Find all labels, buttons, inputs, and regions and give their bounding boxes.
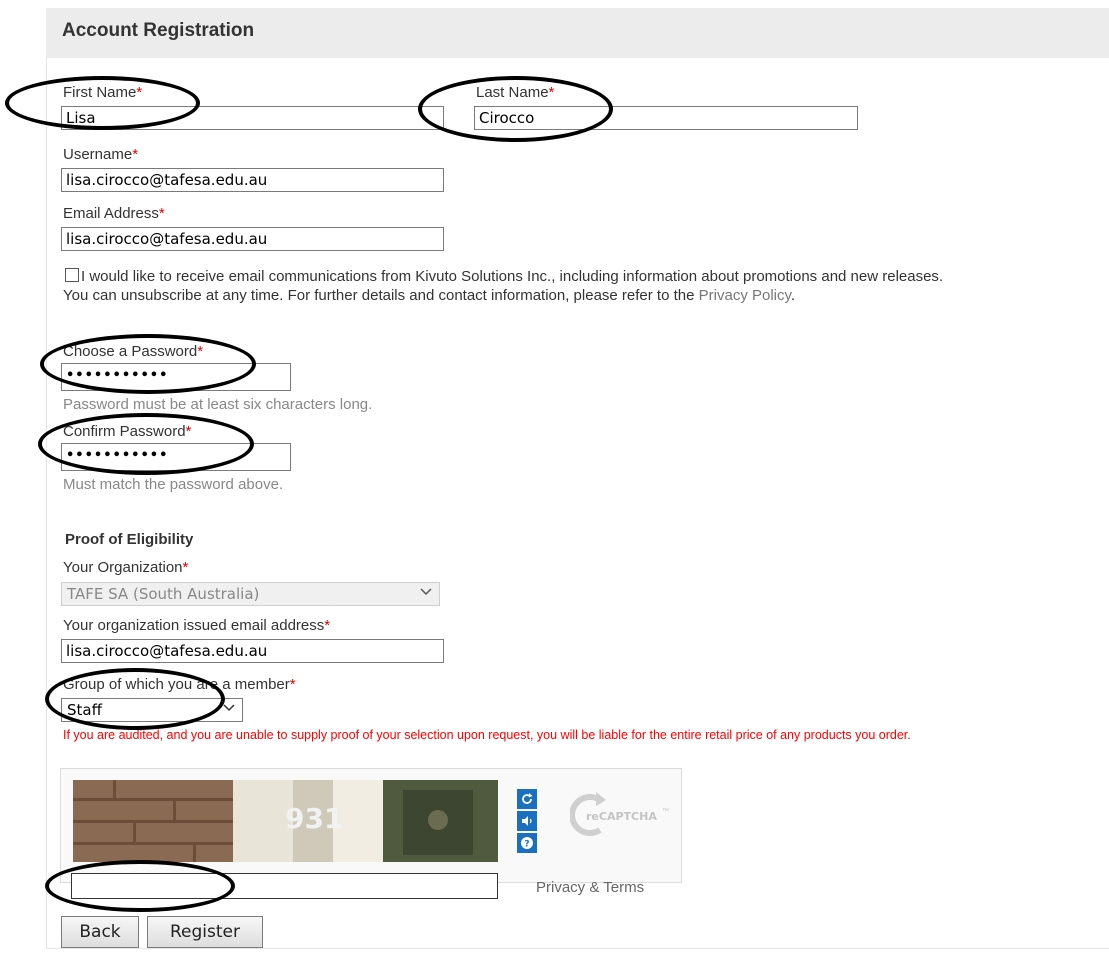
back-button[interactable]: Back <box>61 916 139 948</box>
help-icon[interactable]: ? <box>517 833 537 853</box>
email-label: Email Address* <box>63 205 165 222</box>
chevron-down-icon <box>222 701 236 719</box>
chevron-down-icon <box>419 585 433 603</box>
org-email-label: Your organization issued email address* <box>63 617 331 634</box>
register-button[interactable]: Register <box>147 916 263 948</box>
password-hint: Password must be at least six characters… <box>63 396 373 413</box>
audit-warning: If you are audited, and you are unable t… <box>63 728 911 742</box>
captcha-text: 931 <box>285 802 344 835</box>
organization-value: TAFE SA (South Australia) <box>67 585 260 603</box>
org-email-input[interactable]: lisa.cirocco@tafesa.edu.au <box>61 639 444 663</box>
newsletter-text: I would like to receive email communicat… <box>63 268 944 304</box>
first-name-input[interactable]: Lisa <box>61 106 444 130</box>
confirm-password-input[interactable]: ••••••••••• <box>61 443 291 471</box>
group-label: Group of which you are a member* <box>63 676 296 693</box>
refresh-icon[interactable] <box>517 789 537 809</box>
confirm-password-label: Confirm Password* <box>63 423 192 440</box>
page-header: Account Registration <box>46 8 1109 58</box>
captcha-input[interactable] <box>71 873 498 899</box>
password-input[interactable]: ••••••••••• <box>61 363 291 391</box>
privacy-policy-link[interactable]: Privacy Policy <box>699 287 791 304</box>
page-title: Account Registration <box>62 20 255 41</box>
audio-icon[interactable] <box>517 811 537 831</box>
captcha-image: 931 <box>73 780 498 862</box>
username-input[interactable]: lisa.cirocco@tafesa.edu.au <box>61 168 444 192</box>
organization-label: Your Organization* <box>63 559 189 576</box>
confirm-password-hint: Must match the password above. <box>63 476 284 493</box>
svg-text:?: ? <box>524 840 529 850</box>
last-name-label: Last Name* <box>476 84 555 101</box>
username-label: Username* <box>63 146 139 163</box>
organization-select[interactable]: TAFE SA (South Australia) <box>61 582 440 606</box>
recaptcha-logo: reCAPTCHA ™ <box>569 790 680 850</box>
email-input[interactable]: lisa.cirocco@tafesa.edu.au <box>61 227 444 251</box>
eligibility-section-title: Proof of Eligibility <box>65 531 194 548</box>
first-name-label: First Name* <box>63 84 143 101</box>
group-select[interactable]: Staff <box>61 698 243 722</box>
password-label: Choose a Password* <box>63 343 204 360</box>
privacy-terms-link[interactable]: Privacy & Terms <box>536 879 644 896</box>
group-value: Staff <box>67 701 102 719</box>
last-name-input[interactable]: Cirocco <box>474 106 858 130</box>
